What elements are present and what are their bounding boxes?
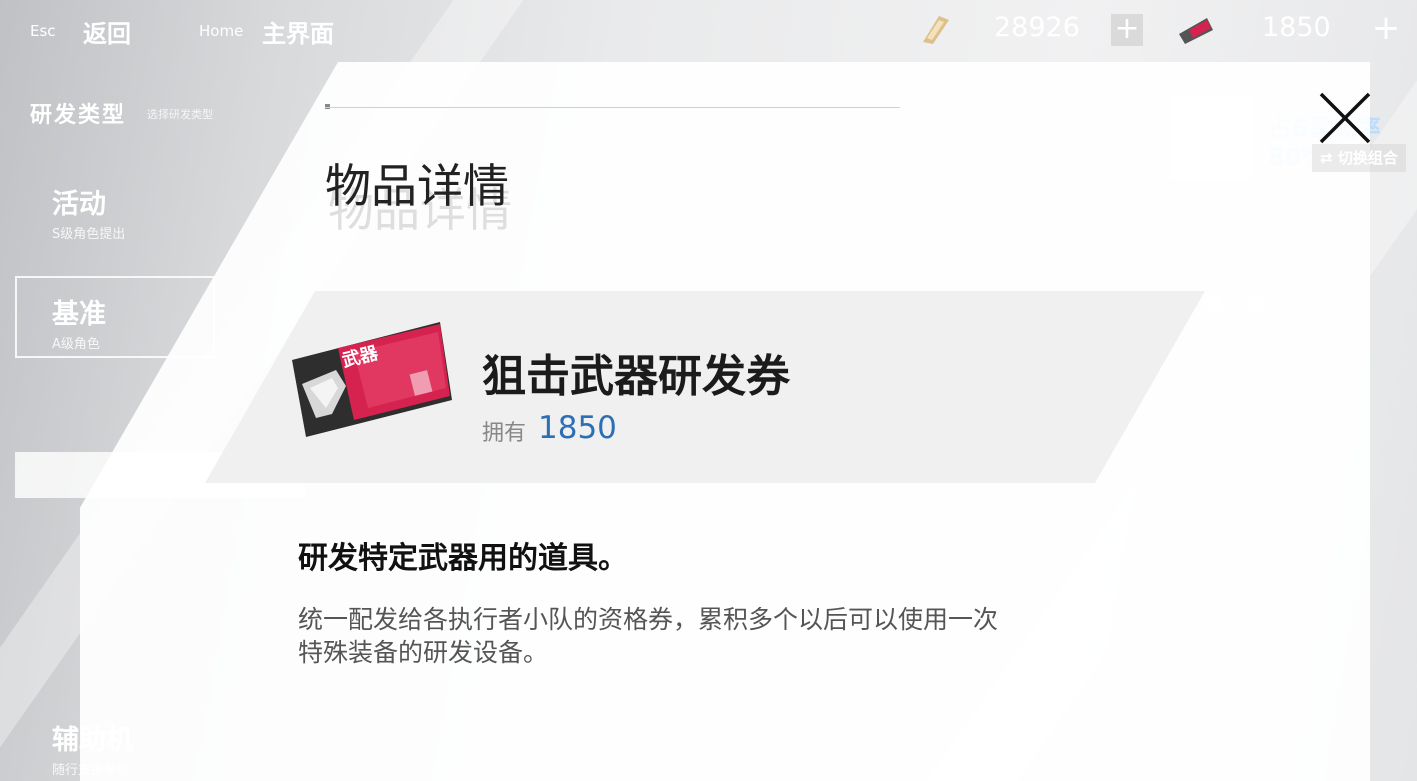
resource2-value: 1850 (1262, 12, 1331, 43)
modal-title: 物品详情 (325, 159, 509, 213)
sidebar-subtitle: 选择研发类型 (147, 108, 213, 121)
switch-combo-label: 切换组合 (1337, 149, 1398, 167)
sidebar-item-activity[interactable]: 活动 S级角色提出 (52, 182, 125, 242)
sidebar-item-sub: S级角色提出 (52, 227, 126, 242)
weapon-ticket-image: 武器 (292, 322, 452, 437)
sidebar-item-standard[interactable]: 基准 A级角色 (52, 292, 106, 352)
sidebar-item-label: 基准 (52, 299, 106, 330)
switch-combo-button[interactable]: ⇄ 切换组合 (1312, 144, 1406, 172)
description-body: 统一配发给各执行者小队的资格券，累积多个以后可以使用一次特殊装备的研发设备。 (298, 605, 999, 667)
sidebar-item-label: 活动 (52, 189, 106, 220)
owned-count: 1850 (538, 410, 617, 446)
resource1-value: 28926 (994, 12, 1080, 43)
sidebar-title: 研发类型 (30, 103, 127, 128)
owned-label: 拥有 (482, 421, 527, 446)
home-button[interactable]: 主界面 (262, 14, 334, 49)
close-icon[interactable] (1317, 90, 1373, 146)
sidebar-item-sub: A级角色 (52, 337, 100, 352)
weapon-ticket-icon (1179, 18, 1213, 44)
add-resource1-button[interactable]: + (1111, 14, 1143, 46)
modal-header-divider (325, 107, 900, 108)
item-name: 狙击武器研发券 (482, 351, 790, 402)
esc-key-hint: Esc (30, 22, 56, 40)
add-resource2-button[interactable]: + (1370, 11, 1402, 46)
top-bar: Esc 返回 Home 主界面 28926 + 1850 + (0, 0, 1417, 62)
gold-ticket-icon (923, 16, 949, 44)
back-button[interactable]: 返回 (83, 14, 131, 49)
description-title: 研发特定武器用的道具。 (298, 541, 628, 576)
home-key-hint: Home (199, 22, 244, 40)
switch-icon: ⇄ (1320, 149, 1333, 167)
